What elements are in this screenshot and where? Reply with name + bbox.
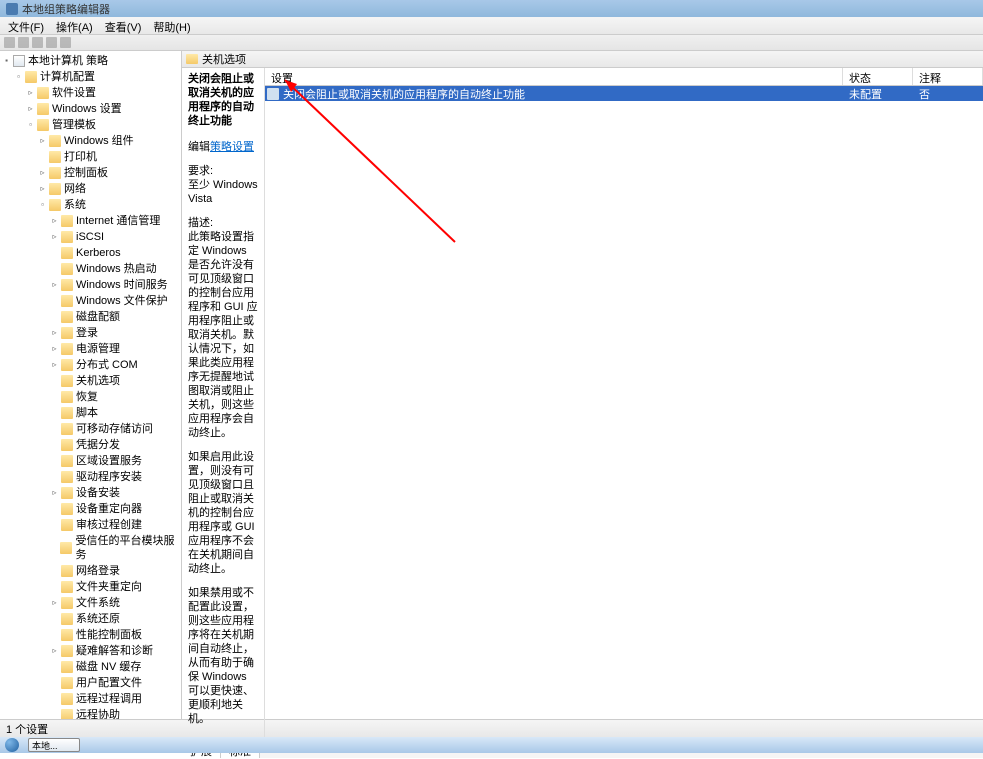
row-setting-text: 关闭会阻止或取消关机的应用程序的自动终止功能 xyxy=(281,86,843,102)
policy-item-icon xyxy=(267,88,279,100)
tree-iscsi[interactable]: ▹iSCSI xyxy=(0,229,181,245)
toolbar xyxy=(0,35,983,51)
edit-prefix: 编辑 xyxy=(188,141,210,153)
tree-software[interactable]: ▹软件设置 xyxy=(0,85,181,101)
tree-remote-proc[interactable]: 远程过程调用 xyxy=(0,691,181,707)
window-title: 本地组策略编辑器 xyxy=(22,1,110,17)
tree-printer[interactable]: 打印机 xyxy=(0,149,181,165)
tree-kerberos[interactable]: Kerberos xyxy=(0,245,181,261)
toolbar-refresh-icon[interactable] xyxy=(46,37,57,48)
description-label: 描述: xyxy=(188,216,258,230)
edit-policy-link[interactable]: 策略设置 xyxy=(210,141,254,153)
tree-dcom[interactable]: ▹分布式 COM xyxy=(0,357,181,373)
windows-orb-icon xyxy=(5,738,19,752)
row-status-text: 未配置 xyxy=(843,86,913,102)
folder-icon xyxy=(186,54,198,64)
settings-header: 设置 状态 注释 xyxy=(265,68,983,86)
tree-windows-components[interactable]: ▹Windows 组件 xyxy=(0,133,181,149)
tree-nv-cache[interactable]: 磁盘 NV 缓存 xyxy=(0,659,181,675)
tree-internet-mgmt[interactable]: ▹Internet 通信管理 xyxy=(0,213,181,229)
description-p3: 如果禁用或不配置此设置，则这些应用程序将在关机期间自动终止，从而有助于确保 Wi… xyxy=(188,586,258,726)
tree-trusted-platform[interactable]: 受信任的平台模块服务 xyxy=(0,533,181,563)
col-header-status[interactable]: 状态 xyxy=(843,68,913,85)
settings-list-panel: 设置 状态 注释 关闭会阻止或取消关机的应用程序的自动终止功能 未配置 否 xyxy=(264,68,983,740)
tree-folder-redirect[interactable]: 文件夹重定向 xyxy=(0,579,181,595)
toolbar-up-icon[interactable] xyxy=(32,37,43,48)
tree-regional[interactable]: 区域设置服务 xyxy=(0,453,181,469)
col-header-comment[interactable]: 注释 xyxy=(913,68,983,85)
app-icon xyxy=(6,3,18,15)
toolbar-forward-icon[interactable] xyxy=(18,37,29,48)
tree-admin-templates[interactable]: ▫管理模板 xyxy=(0,117,181,133)
tree-file-system[interactable]: ▹文件系统 xyxy=(0,595,181,611)
requirements-text: 至少 Windows Vista xyxy=(188,178,258,206)
tree-root[interactable]: ▪本地计算机 策略 xyxy=(0,53,181,69)
tree-windows-hot[interactable]: Windows 热启动 xyxy=(0,261,181,277)
tree-remote-assist[interactable]: 远程协助 xyxy=(0,707,181,719)
statusbar-text: 1 个设置 xyxy=(6,721,48,737)
tree-computer-config[interactable]: ▫计算机配置 xyxy=(0,69,181,85)
settings-row-selected[interactable]: 关闭会阻止或取消关机的应用程序的自动终止功能 未配置 否 xyxy=(265,86,983,101)
description-panel: 关闭会阻止或取消关机的应用程序的自动终止功能 编辑策略设置 要求: 至少 Win… xyxy=(182,68,264,740)
tree-control-panel[interactable]: ▹控制面板 xyxy=(0,165,181,181)
tree-device-redirect[interactable]: 设备重定向器 xyxy=(0,501,181,517)
tree-device-install[interactable]: ▹设备安装 xyxy=(0,485,181,501)
window-titlebar: 本地组策略编辑器 xyxy=(0,0,983,17)
menubar: 文件(F) 操作(A) 查看(V) 帮助(H) xyxy=(0,17,983,35)
toolbar-back-icon[interactable] xyxy=(4,37,15,48)
content-header-title: 关机选项 xyxy=(202,51,246,67)
tree-network-login[interactable]: 网络登录 xyxy=(0,563,181,579)
tree-scripts[interactable]: 脚本 xyxy=(0,405,181,421)
tree-disk-quota[interactable]: 磁盘配额 xyxy=(0,309,181,325)
row-comment-text: 否 xyxy=(913,86,983,102)
content-header: 关机选项 xyxy=(182,51,983,68)
tree-panel[interactable]: ▪本地计算机 策略 ▫计算机配置 ▹软件设置 ▹Windows 设置 ▫管理模板… xyxy=(0,51,182,719)
tree-driver-install[interactable]: 驱动程序安装 xyxy=(0,469,181,485)
requirements-label: 要求: xyxy=(188,164,258,178)
description-p1: 此策略设置指定 Windows 是否允许没有可见顶级窗口的控制台应用程序和 GU… xyxy=(188,230,258,440)
tree-user-profiles[interactable]: 用户配置文件 xyxy=(0,675,181,691)
start-button[interactable] xyxy=(0,737,24,753)
tree-troubleshoot[interactable]: ▹疑难解答和诊断 xyxy=(0,643,181,659)
tree-system-restore[interactable]: 系统还原 xyxy=(0,611,181,627)
tree-net-proc[interactable]: 审核过程创建 xyxy=(0,517,181,533)
description-p2: 如果启用此设置，则没有可见顶级窗口且阻止或取消关机的控制台应用程序或 GUI 应… xyxy=(188,450,258,576)
policy-title: 关闭会阻止或取消关机的应用程序的自动终止功能 xyxy=(188,72,258,128)
content-panel: 关机选项 关闭会阻止或取消关机的应用程序的自动终止功能 编辑策略设置 要求: 至… xyxy=(182,51,983,719)
tree-power-mgmt[interactable]: ▹电源管理 xyxy=(0,341,181,357)
tree-windows-settings[interactable]: ▹Windows 设置 xyxy=(0,101,181,117)
menu-file[interactable]: 文件(F) xyxy=(2,17,50,34)
tree-windows-file-protect[interactable]: Windows 文件保护 xyxy=(0,293,181,309)
tree-system[interactable]: ▫系统 xyxy=(0,197,181,213)
menu-help[interactable]: 帮助(H) xyxy=(147,17,196,34)
tree-performance[interactable]: 性能控制面板 xyxy=(0,627,181,643)
taskbar: 本地... xyxy=(0,737,983,753)
menu-action[interactable]: 操作(A) xyxy=(50,17,99,34)
tree-windows-time[interactable]: ▹Windows 时间服务 xyxy=(0,277,181,293)
tree-removable-storage[interactable]: 可移动存储访问 xyxy=(0,421,181,437)
col-header-setting[interactable]: 设置 xyxy=(265,68,843,85)
taskbar-app[interactable]: 本地... xyxy=(28,738,80,752)
tree-network[interactable]: ▹网络 xyxy=(0,181,181,197)
toolbar-help-icon[interactable] xyxy=(60,37,71,48)
menu-view[interactable]: 查看(V) xyxy=(99,17,148,34)
tree-login[interactable]: ▹登录 xyxy=(0,325,181,341)
tree-recovery[interactable]: 恢复 xyxy=(0,389,181,405)
tree-shutdown-options[interactable]: 关机选项 xyxy=(0,373,181,389)
tree-credentials[interactable]: 凭据分发 xyxy=(0,437,181,453)
